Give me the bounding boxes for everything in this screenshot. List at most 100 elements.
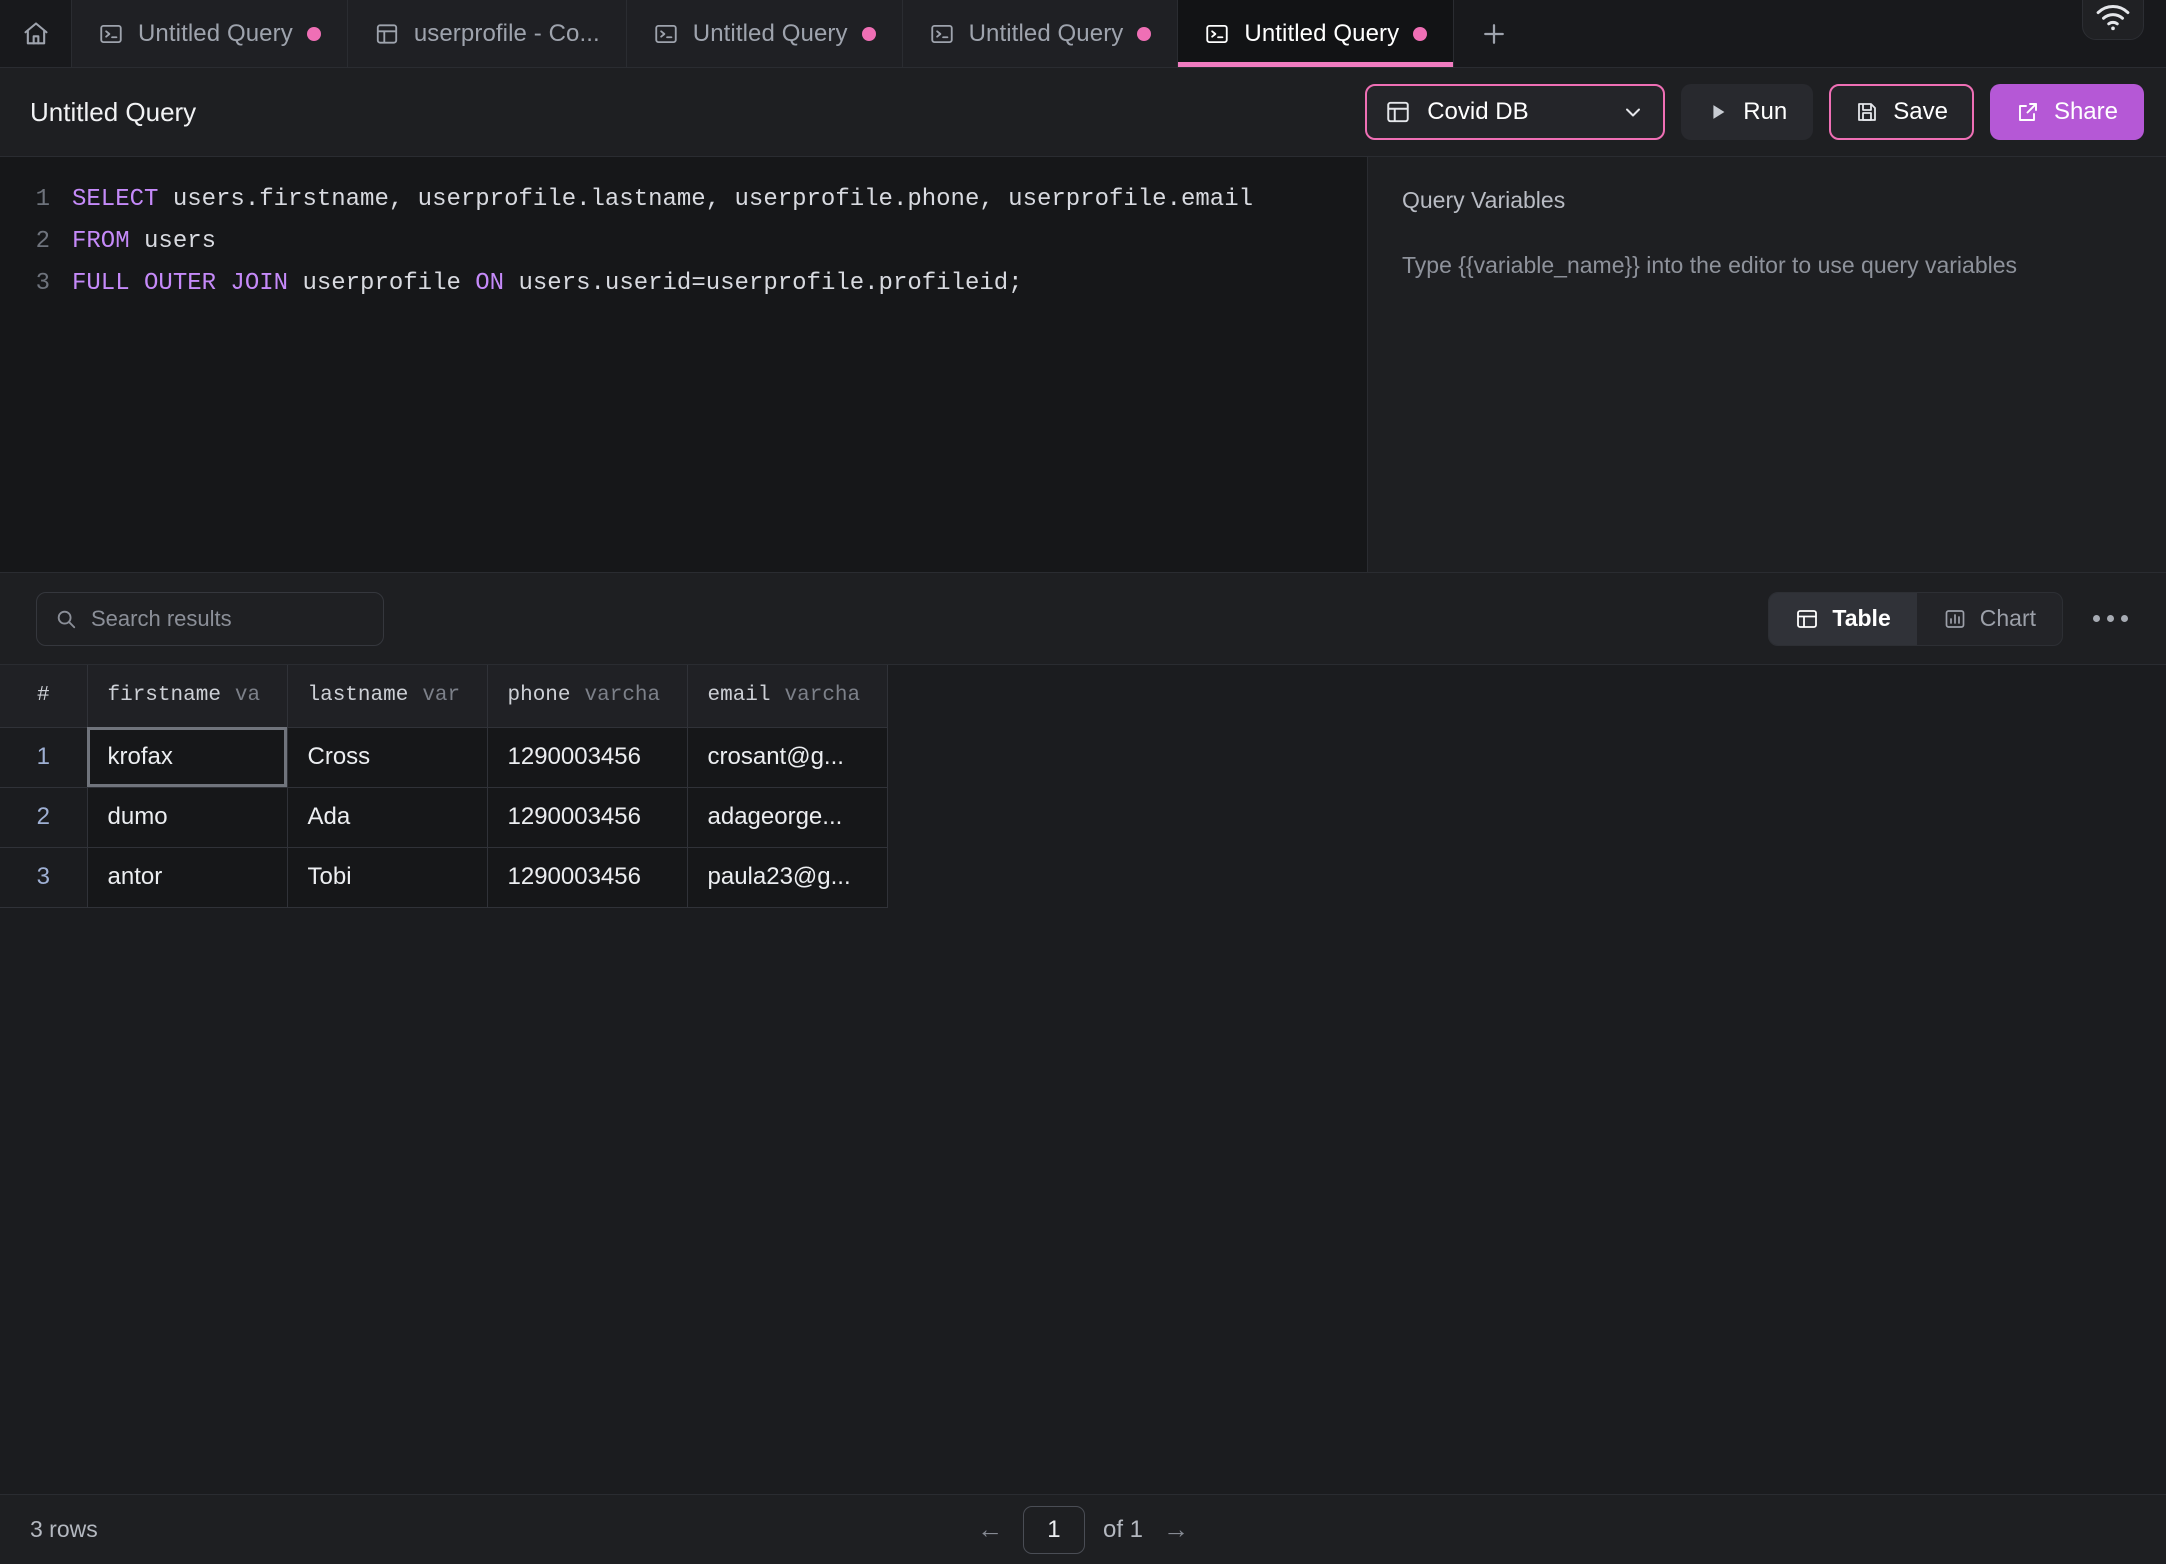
share-label: Share [2054, 98, 2118, 126]
cell-phone[interactable]: 1290003456 [487, 847, 687, 907]
column-header-phone[interactable]: phone varcha [487, 665, 687, 727]
column-type: varcha [585, 684, 661, 707]
column-name: # [37, 684, 50, 707]
header-actions: Covid DB Run Save [1365, 84, 2144, 140]
tab-label: Untitled Query [693, 20, 848, 48]
cell-firstname[interactable]: dumo [87, 787, 287, 847]
query-variables-panel: Query Variables Type {{variable_name}} i… [1368, 157, 2166, 572]
wifi-icon [2096, 5, 2130, 31]
table-header: #firstnamevalastnamevarphonevarchaemailv… [0, 665, 887, 727]
floppy-disk-icon [1855, 100, 1879, 124]
page-number-input[interactable]: 1 [1023, 1506, 1085, 1554]
column-header-lastname[interactable]: lastnamevar [287, 665, 487, 727]
search-input[interactable] [91, 606, 365, 632]
line-number: 2 [0, 221, 72, 263]
sql-keyword: ON [475, 270, 504, 297]
column-header-rownum[interactable]: # [0, 665, 87, 727]
share-button[interactable]: Share [1990, 84, 2144, 140]
sql-text: users.userid=userprofile.profileid; [504, 270, 1022, 297]
wifi-status-indicator [2082, 0, 2144, 40]
table-view-icon [1795, 607, 1819, 631]
code-line: 3FULL OUTER JOIN userprofile ON users.us… [0, 263, 1367, 305]
cell-email[interactable]: crosant@g... [687, 727, 887, 787]
query-console-icon [98, 21, 124, 47]
bar-chart-icon [1943, 607, 1967, 631]
row-number-cell[interactable]: 3 [0, 847, 87, 907]
play-icon [1707, 101, 1729, 123]
results-footer: 3 rows ← 1 of 1 → [0, 1494, 2166, 1564]
run-button[interactable]: Run [1681, 84, 1813, 140]
unsaved-indicator-dot [1137, 27, 1151, 41]
sql-keyword: SELECT [72, 186, 158, 213]
table-row[interactable]: 2dumoAda1290003456adageorge... [0, 787, 887, 847]
prev-page-button[interactable]: ← [975, 1514, 1005, 1545]
query-header: Untitled Query Covid DB [0, 68, 2166, 156]
row-number-cell[interactable]: 2 [0, 787, 87, 847]
column-name: firstname [108, 684, 221, 707]
line-content: SELECT users.firstname, userprofile.last… [72, 179, 1253, 221]
database-name: Covid DB [1427, 98, 1605, 126]
cell-lastname[interactable]: Ada [287, 787, 487, 847]
line-content: FROM users [72, 221, 216, 263]
column-header-email[interactable]: email varcha [687, 665, 887, 727]
sql-text: userprofile [288, 270, 475, 297]
cell-firstname[interactable]: krofax [87, 727, 287, 787]
external-link-icon [2016, 100, 2040, 124]
home-button[interactable] [0, 0, 72, 67]
sql-text: users [130, 228, 216, 255]
code-line: 1SELECT users.firstname, userprofile.las… [0, 179, 1367, 221]
column-name: email [708, 684, 771, 707]
unsaved-indicator-dot [1413, 27, 1427, 41]
cell-lastname[interactable]: Cross [287, 727, 487, 787]
column-type: varcha [785, 684, 861, 707]
cell-lastname[interactable]: Tobi [287, 847, 487, 907]
sql-keyword: FULL OUTER JOIN [72, 270, 288, 297]
more-options-button[interactable] [2081, 615, 2140, 622]
page-total-label: of 1 [1103, 1516, 1143, 1544]
row-number-cell[interactable]: 1 [0, 727, 87, 787]
tab-table[interactable]: Table [1769, 593, 1916, 645]
new-tab-button[interactable] [1454, 0, 1534, 67]
tab-2[interactable]: Untitled Query [627, 0, 903, 67]
column-name: phone [508, 684, 571, 707]
app-root: Untitled Query userprofile - Co... Untitle… [0, 0, 2166, 1564]
query-console-icon [1204, 21, 1230, 47]
tab-4-active[interactable]: Untitled Query [1178, 0, 1454, 67]
tab-chart[interactable]: Chart [1917, 593, 2062, 645]
column-header-firstname[interactable]: firstname va [87, 665, 287, 727]
sql-keyword: FROM [72, 228, 130, 255]
results-view-controls: Table Chart [1768, 592, 2140, 646]
table-row[interactable]: 3antorTobi1290003456paula23@g... [0, 847, 887, 907]
view-toggle-group: Table Chart [1768, 592, 2063, 646]
table-row[interactable]: 1krofaxCross1290003456crosant@g... [0, 727, 887, 787]
database-selector[interactable]: Covid DB [1365, 84, 1665, 140]
tab-chart-label: Chart [1980, 605, 2036, 632]
column-type: va [235, 684, 260, 707]
cell-email[interactable]: paula23@g... [687, 847, 887, 907]
sql-code[interactable]: 1SELECT users.firstname, userprofile.las… [0, 179, 1367, 305]
editor-area: 1SELECT users.firstname, userprofile.las… [0, 156, 2166, 572]
cell-phone[interactable]: 1290003456 [487, 787, 687, 847]
sql-editor[interactable]: 1SELECT users.firstname, userprofile.las… [0, 157, 1368, 572]
tab-3[interactable]: Untitled Query [903, 0, 1179, 67]
search-results-field[interactable] [36, 592, 384, 646]
tab-label: Untitled Query [138, 20, 293, 48]
home-icon [22, 20, 50, 48]
row-count-label: 3 rows [30, 1516, 98, 1543]
table-header-row: #firstnamevalastnamevarphonevarchaemailv… [0, 665, 887, 727]
database-table-icon [1385, 99, 1411, 125]
next-page-button[interactable]: → [1161, 1514, 1191, 1545]
tab-label: userprofile - Co... [414, 20, 600, 48]
tab-1[interactable]: userprofile - Co... [348, 0, 627, 67]
line-number: 1 [0, 179, 72, 221]
line-number: 3 [0, 263, 72, 305]
cell-email[interactable]: adageorge... [687, 787, 887, 847]
line-content: FULL OUTER JOIN userprofile ON users.use… [72, 263, 1023, 305]
tab-label: Untitled Query [1244, 20, 1399, 48]
save-button[interactable]: Save [1829, 84, 1974, 140]
cell-firstname[interactable]: antor [87, 847, 287, 907]
chevron-down-icon [1621, 100, 1645, 124]
tab-table-label: Table [1832, 605, 1890, 632]
cell-phone[interactable]: 1290003456 [487, 727, 687, 787]
tab-0[interactable]: Untitled Query [72, 0, 348, 67]
